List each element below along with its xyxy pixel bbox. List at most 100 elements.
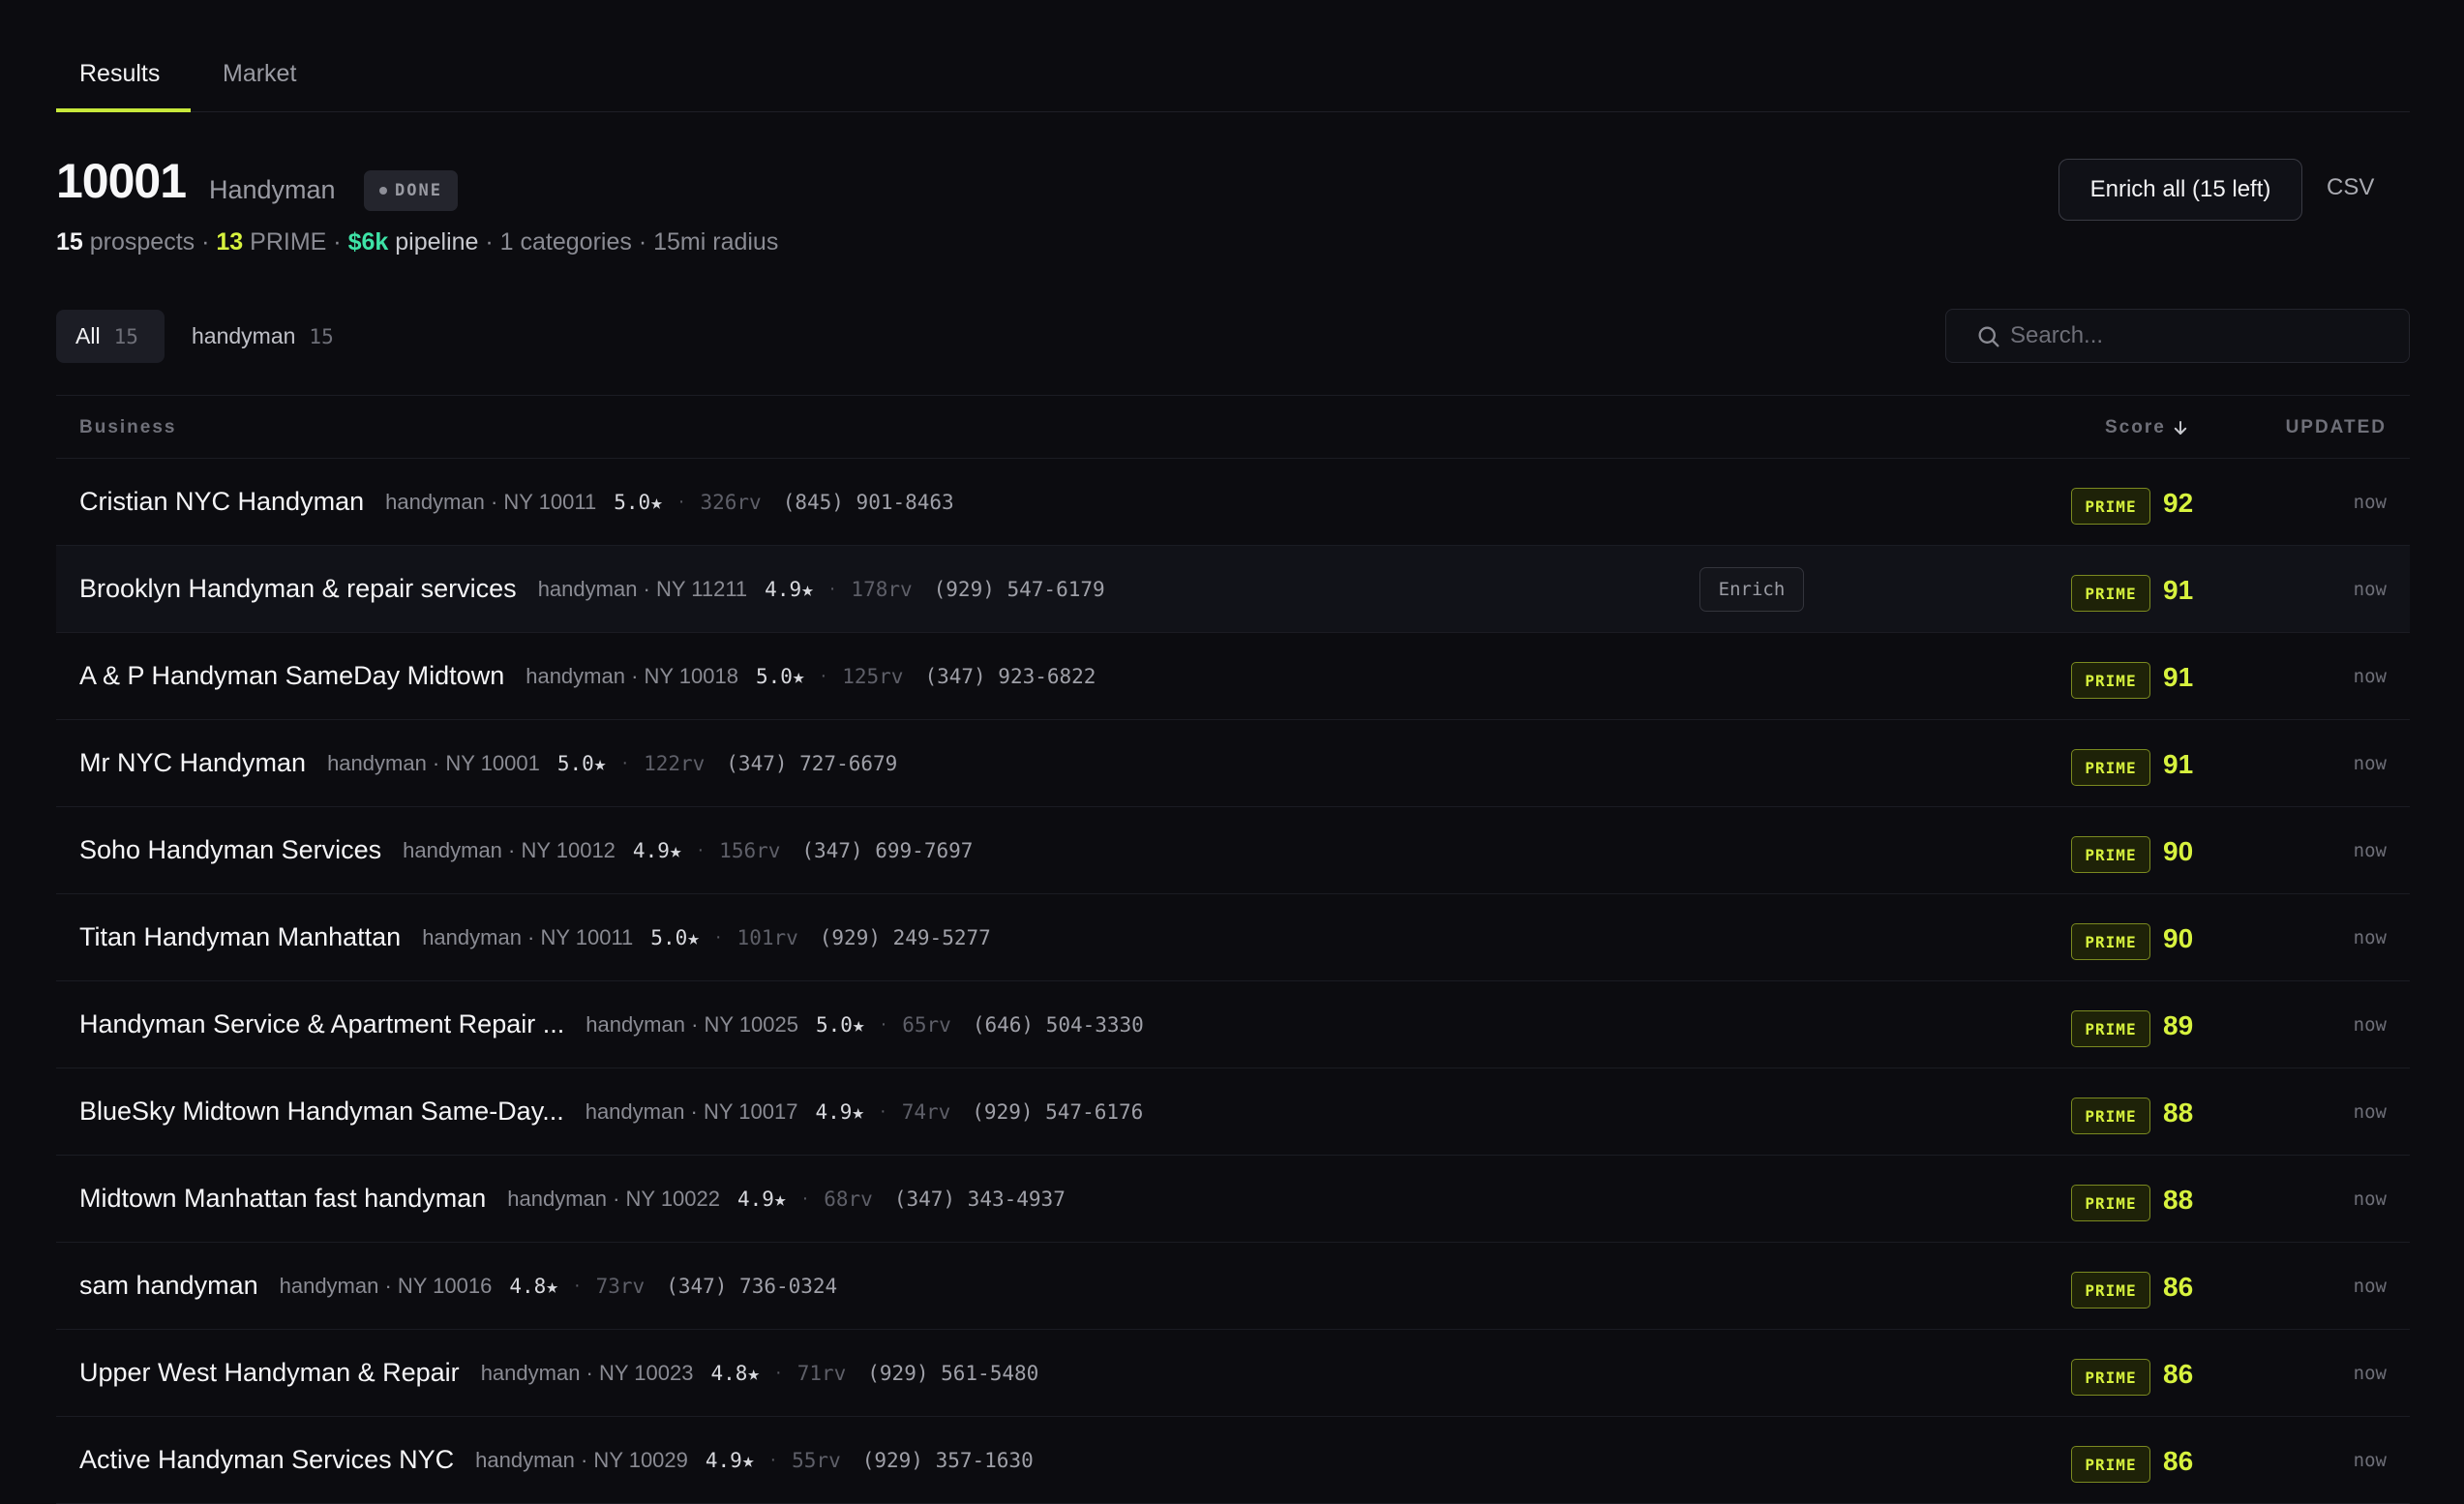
- business-phone: (929) 561-5480: [867, 1361, 1039, 1385]
- updated-time: now: [2353, 840, 2387, 861]
- meta-separator: ·: [769, 1449, 777, 1470]
- business-phone: (347) 343-4937: [893, 1187, 1066, 1211]
- business-meta: handyman · NY 10011: [385, 489, 597, 514]
- review-count: 178rv: [851, 577, 913, 601]
- prime-badge: PRIME: [2071, 923, 2150, 960]
- business-rating: 4.9★: [737, 1187, 787, 1211]
- table-row[interactable]: Midtown Manhattan fast handyman handyman …: [56, 1156, 2410, 1243]
- meta-separator: ·: [573, 1275, 581, 1296]
- status-badge: DONE: [364, 170, 458, 211]
- score-value: 89: [2163, 1010, 2194, 1040]
- enrich-button[interactable]: Enrich: [1699, 567, 1804, 612]
- table-row[interactable]: Mr NYC Handyman handyman · NY 10001 5.0★ · 1…: [56, 720, 2410, 807]
- column-header-score[interactable]: Score: [2105, 417, 2189, 438]
- business-name: Mr NYC Handyman: [79, 748, 307, 777]
- prime-badge: PRIME: [2071, 836, 2150, 873]
- business-meta: handyman · NY 10018: [526, 663, 738, 688]
- status-text: DONE: [395, 181, 442, 200]
- updated-time: now: [2353, 753, 2387, 774]
- table-row[interactable]: Upper West Handyman & Repair handyman · N…: [56, 1330, 2410, 1417]
- table-row[interactable]: sam handyman handyman · NY 10016 4.8★ · 73rv…: [56, 1243, 2410, 1330]
- business-name: sam handyman: [79, 1271, 258, 1300]
- business-rating: 4.9★: [632, 838, 682, 862]
- business-rating: 4.8★: [509, 1274, 558, 1298]
- updated-time: now: [2353, 579, 2387, 600]
- meta-separator: ·: [880, 1100, 886, 1122]
- filter-chip-handyman[interactable]: handyman 15: [192, 310, 334, 363]
- table-row[interactable]: Cristian NYC Handyman handyman · NY 10011…: [56, 459, 2410, 546]
- table-row[interactable]: Titan Handyman Manhattan handyman · NY 10…: [56, 894, 2410, 981]
- business-meta: handyman · NY 10011: [422, 924, 634, 949]
- prime-badge: PRIME: [2071, 488, 2150, 525]
- business-name: Cristian NYC Handyman: [79, 487, 365, 516]
- prime-badge: PRIME: [2071, 1446, 2150, 1483]
- summary-separator: ·: [638, 228, 647, 256]
- category-label: Handyman: [209, 175, 336, 204]
- updated-time: now: [2353, 1276, 2387, 1297]
- review-count: 65rv: [902, 1012, 951, 1037]
- business-rating: 4.9★: [815, 1099, 865, 1124]
- prime-label: PRIME: [250, 228, 327, 256]
- business-name: Soho Handyman Services: [79, 835, 382, 864]
- column-header-updated[interactable]: UPDATED: [2286, 417, 2387, 438]
- business-meta: handyman · NY 10001: [327, 750, 540, 775]
- review-count: 55rv: [792, 1448, 841, 1472]
- business-meta: handyman · NY 10023: [480, 1360, 694, 1385]
- table-row[interactable]: Brooklyn Handyman & repair services handy…: [56, 546, 2410, 633]
- business-meta: handyman · NY 10016: [279, 1273, 493, 1298]
- business-phone: (347) 736-0324: [666, 1274, 838, 1298]
- business-rating: 4.9★: [765, 577, 814, 601]
- filter-label: All: [75, 323, 101, 348]
- tab-market[interactable]: Market: [223, 60, 296, 88]
- meta-separator: ·: [820, 665, 827, 686]
- score-value: 86: [2163, 1359, 2194, 1389]
- updated-time: now: [2353, 1363, 2387, 1384]
- table-row[interactable]: BlueSky Midtown Handyman Same-Day... hand…: [56, 1068, 2410, 1156]
- business-rating: 5.0★: [614, 490, 663, 514]
- score-value: 91: [2163, 575, 2194, 605]
- summary-line: 15 prospects · 13 PRIME · $6k pipeline ·…: [56, 228, 778, 256]
- search-box: [1945, 309, 2410, 363]
- prime-badge: PRIME: [2071, 1010, 2150, 1047]
- radius-label: 15mi radius: [653, 228, 779, 256]
- prime-badge: PRIME: [2071, 1185, 2150, 1221]
- prime-badge: PRIME: [2071, 575, 2150, 612]
- filter-chip-all[interactable]: All 15: [56, 310, 165, 363]
- table-row[interactable]: A & P Handyman SameDay Midtown handyman ·…: [56, 633, 2410, 720]
- business-rating: 4.8★: [710, 1361, 761, 1385]
- business-rating: 5.0★: [755, 664, 805, 688]
- table-row[interactable]: Soho Handyman Services handyman · NY 1001…: [56, 807, 2410, 894]
- prospects-label: prospects: [89, 228, 195, 256]
- score-header-label: Score: [2105, 417, 2166, 437]
- enrich-all-button[interactable]: Enrich all (15 left): [2058, 159, 2302, 221]
- table-row[interactable]: Active Handyman Services NYC handyman · N…: [56, 1417, 2410, 1504]
- categories-count: 1 categories: [499, 228, 632, 256]
- prime-badge: PRIME: [2071, 1098, 2150, 1134]
- business-phone: (347) 923-6822: [924, 664, 1097, 688]
- review-count: 101rv: [736, 925, 798, 949]
- zip-title: 10001: [56, 154, 187, 208]
- pipeline-label: pipeline: [395, 228, 479, 256]
- review-count: 74rv: [901, 1099, 951, 1124]
- column-header-business[interactable]: Business: [79, 417, 176, 438]
- business-meta: handyman · NY 11211: [537, 576, 748, 601]
- business-meta: handyman · NY 10012: [403, 837, 616, 862]
- table-row[interactable]: Handyman Service & Apartment Repair ... h…: [56, 981, 2410, 1068]
- csv-export-button[interactable]: CSV: [2327, 174, 2374, 201]
- business-rating: 5.0★: [556, 751, 607, 775]
- updated-time: now: [2353, 1188, 2387, 1210]
- business-meta: handyman · NY 10025: [586, 1011, 798, 1037]
- score-value: 90: [2163, 923, 2194, 953]
- score-value: 90: [2163, 836, 2194, 866]
- search-input[interactable]: [2010, 310, 2397, 362]
- tab-results[interactable]: Results: [79, 60, 160, 88]
- business-meta: handyman · NY 10029: [475, 1447, 688, 1472]
- business-name: Handyman Service & Apartment Repair ...: [79, 1009, 565, 1038]
- review-count: 68rv: [824, 1187, 873, 1211]
- business-rating: 4.9★: [705, 1448, 755, 1472]
- business-name: BlueSky Midtown Handyman Same-Day...: [79, 1097, 564, 1126]
- prime-badge: PRIME: [2071, 662, 2150, 699]
- prospects-count: 15: [56, 228, 83, 256]
- table-header: Business Score UPDATED: [56, 395, 2410, 459]
- meta-separator: ·: [828, 578, 836, 599]
